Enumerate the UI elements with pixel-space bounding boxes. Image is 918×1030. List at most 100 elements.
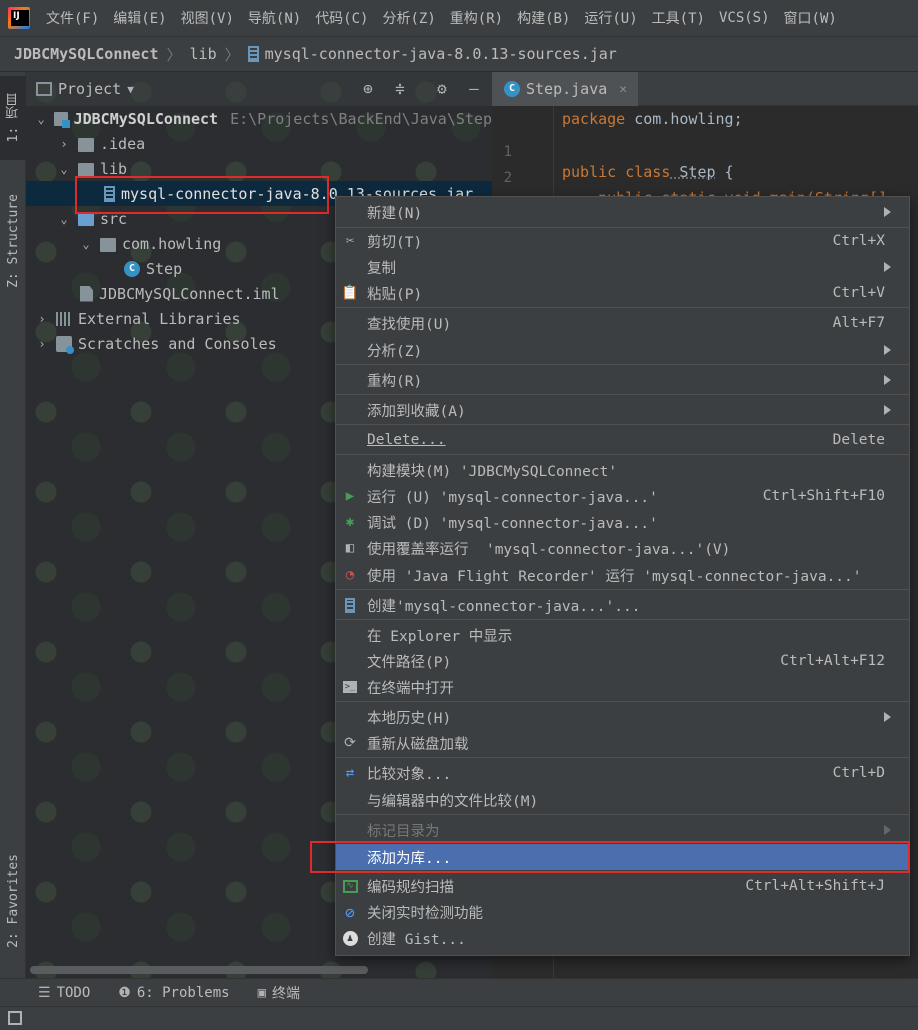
chevron-right-icon[interactable]: › bbox=[58, 137, 70, 151]
breadcrumb-project[interactable]: JDBCMySQLConnect bbox=[14, 45, 159, 63]
menu-navigate[interactable]: 导航(N) bbox=[242, 8, 309, 28]
menu-item-create-gist[interactable]: ♟ 创建 Gist... bbox=[336, 925, 909, 951]
menu-item-code-scan[interactable]: ∿ 编码规约扫描 Ctrl+Alt+Shift+J bbox=[336, 873, 909, 899]
menu-build[interactable]: 构建(B) bbox=[511, 8, 578, 28]
menu-item-analyze[interactable]: 分析(Z) bbox=[336, 337, 909, 363]
code-line-1[interactable]: package com.howling; bbox=[562, 110, 743, 128]
hide-panel-icon[interactable]: — bbox=[464, 79, 484, 99]
menu-refactor[interactable]: 重构(R) bbox=[444, 8, 511, 28]
menu-item-add-to-favorites[interactable]: 添加到收藏(A) bbox=[336, 397, 909, 423]
chevron-down-icon[interactable]: ⌄ bbox=[36, 112, 46, 126]
chevron-down-icon[interactable]: ⌄ bbox=[80, 237, 92, 251]
left-tool-strip: 1: 项目 Z: Structure 2: Favorites bbox=[0, 72, 26, 978]
editor-tab-bar: C Step.java ✕ bbox=[492, 72, 918, 106]
breadcrumb-folder[interactable]: lib bbox=[190, 45, 217, 63]
menu-item-label: 文件路径(P) bbox=[367, 654, 452, 671]
chevron-down-icon[interactable]: ▼ bbox=[127, 83, 134, 96]
tree-item-label: Scratches and Consoles bbox=[78, 334, 277, 353]
menu-item-label: 重构(R) bbox=[367, 373, 423, 390]
tool-tab-structure[interactable]: Z: Structure bbox=[0, 176, 26, 306]
layout-toggle-icon[interactable] bbox=[8, 1011, 22, 1025]
terminal-icon: >_ bbox=[343, 681, 357, 693]
tool-tab-todo[interactable]: ☰ TODO bbox=[38, 985, 90, 1001]
menu-item-debug[interactable]: ✱ 调试 (D) 'mysql-connector-java...' bbox=[336, 509, 909, 535]
tree-item-project-root[interactable]: ⌄ JDBCMySQLConnect E:\Projects\BackEnd\J… bbox=[26, 106, 492, 131]
menu-view[interactable]: 视图(V) bbox=[175, 8, 242, 28]
menu-item-label: 剪切(T) bbox=[367, 234, 423, 251]
tool-tab-problems[interactable]: ❶ 6: Problems bbox=[118, 985, 229, 1001]
menu-item-build-module[interactable]: 构建模块(M) 'JDBCMySQLConnect' bbox=[336, 457, 909, 483]
menu-window[interactable]: 窗口(W) bbox=[778, 8, 845, 28]
code-text: com.howling; bbox=[625, 110, 743, 128]
intellij-logo-icon bbox=[8, 7, 30, 29]
close-icon[interactable]: ✕ bbox=[619, 82, 627, 97]
editor-tab-label: Step.java bbox=[526, 80, 608, 98]
menu-item-label: 复制 bbox=[367, 260, 396, 277]
menu-item-open-in-terminal[interactable]: >_ 在终端中打开 bbox=[336, 674, 909, 700]
tree-item-idea[interactable]: › .idea bbox=[26, 131, 492, 156]
tool-tab-favorites[interactable]: 2: Favorites bbox=[0, 836, 26, 966]
menu-separator bbox=[336, 307, 909, 308]
menu-item-file-path[interactable]: 文件路径(P) Ctrl+Alt+F12 bbox=[336, 648, 909, 674]
tree-item-path: E:\Projects\BackEnd\Java\Step bbox=[230, 109, 492, 128]
menu-item-paste[interactable]: 📋 粘贴(P) Ctrl+V bbox=[336, 280, 909, 306]
submenu-arrow-icon bbox=[884, 825, 891, 835]
menu-item-compare-with[interactable]: ⇄ 比较对象... Ctrl+D bbox=[336, 760, 909, 786]
gear-icon[interactable]: ⚙ bbox=[432, 79, 452, 99]
breadcrumb-file[interactable]: mysql-connector-java-8.0.13-sources.jar bbox=[265, 45, 617, 63]
menu-item-run[interactable]: ▶ 运行 (U) 'mysql-connector-java...' Ctrl+… bbox=[336, 483, 909, 509]
collapse-all-icon[interactable]: ≑ bbox=[390, 79, 410, 99]
menu-item-disable-realtime-check[interactable]: ⊘ 关闭实时检测功能 bbox=[336, 899, 909, 925]
menu-item-cut[interactable]: ✂ 剪切(T) Ctrl+X bbox=[336, 228, 909, 254]
menu-item-new[interactable]: 新建(N) bbox=[336, 199, 909, 225]
jar-icon bbox=[247, 46, 259, 62]
scratches-icon bbox=[56, 335, 74, 354]
locate-icon[interactable]: ⊕ bbox=[358, 79, 378, 99]
chevron-right-icon[interactable]: › bbox=[36, 312, 48, 326]
tool-tab-project[interactable]: 1: 项目 bbox=[0, 76, 26, 160]
tool-tab-structure-label: Z: Structure bbox=[5, 194, 21, 288]
menu-item-run-with-coverage[interactable]: ◧ 使用覆盖率运行 'mysql-connector-java...'(V) bbox=[336, 535, 909, 561]
menu-tools[interactable]: 工具(T) bbox=[646, 8, 713, 28]
menu-item-show-in-explorer[interactable]: 在 Explorer 中显示 bbox=[336, 622, 909, 648]
tree-item-label: Step bbox=[146, 259, 183, 278]
iml-file-icon bbox=[80, 285, 93, 302]
menu-item-create-config[interactable]: 创建'mysql-connector-java...'... bbox=[336, 592, 909, 618]
menu-edit[interactable]: 编辑(E) bbox=[107, 8, 174, 28]
code-line-3[interactable]: public class Step { bbox=[562, 163, 734, 181]
menu-item-label: Delete... bbox=[367, 432, 446, 448]
menu-vcs[interactable]: VCS(S) bbox=[713, 10, 778, 26]
chevron-down-icon[interactable]: ⌄ bbox=[58, 162, 70, 176]
menu-item-run-flight-recorder[interactable]: ◔ 使用 'Java Flight Recorder' 运行 'mysql-co… bbox=[336, 562, 909, 588]
menu-analyze[interactable]: 分析(Z) bbox=[376, 8, 443, 28]
menu-item-copy[interactable]: 复制 bbox=[336, 254, 909, 280]
menu-item-local-history[interactable]: 本地历史(H) bbox=[336, 704, 909, 730]
menu-item-find-usages[interactable]: 查找使用(U) Alt+F7 bbox=[336, 310, 909, 336]
folder-icon bbox=[78, 162, 94, 177]
horizontal-scrollbar[interactable] bbox=[30, 966, 368, 974]
tool-tab-terminal-label: 终端 bbox=[272, 985, 300, 1002]
menu-run[interactable]: 运行(U) bbox=[578, 8, 645, 28]
menu-file[interactable]: 文件(F) bbox=[40, 8, 107, 28]
tree-item-label: JDBCMySQLConnect.iml bbox=[99, 284, 280, 303]
menu-item-compare-with-editor[interactable]: 与编辑器中的文件比较(M) bbox=[336, 787, 909, 813]
menu-item-refactor[interactable]: 重构(R) bbox=[336, 367, 909, 393]
menu-item-label: 在 Explorer 中显示 bbox=[367, 628, 513, 645]
menu-item-label: 重新从磁盘加载 bbox=[367, 736, 469, 753]
editor-tab-step[interactable]: C Step.java ✕ bbox=[492, 72, 638, 106]
menu-item-label: 粘贴(P) bbox=[367, 286, 423, 303]
tool-tab-terminal[interactable]: ▣ 终端 bbox=[258, 983, 300, 1003]
code-keyword: public class bbox=[562, 163, 671, 181]
menu-item-label: 本地历史(H) bbox=[367, 710, 452, 727]
menu-item-label: 比较对象... bbox=[367, 766, 452, 783]
annotation-box-jar bbox=[75, 176, 329, 214]
chevron-right-icon[interactable]: › bbox=[36, 337, 48, 351]
menu-item-shortcut: Ctrl+Alt+Shift+J bbox=[745, 878, 885, 894]
menu-item-reload-from-disk[interactable]: ⟳ 重新从磁盘加载 bbox=[336, 730, 909, 756]
menu-code[interactable]: 代码(C) bbox=[309, 8, 376, 28]
menu-item-shortcut: Ctrl+D bbox=[832, 765, 885, 781]
project-panel-title[interactable]: Project bbox=[58, 80, 121, 98]
line-number: 1 bbox=[503, 144, 512, 160]
menu-item-delete[interactable]: Delete... Delete bbox=[336, 427, 909, 453]
chevron-down-icon[interactable]: ⌄ bbox=[58, 212, 70, 226]
